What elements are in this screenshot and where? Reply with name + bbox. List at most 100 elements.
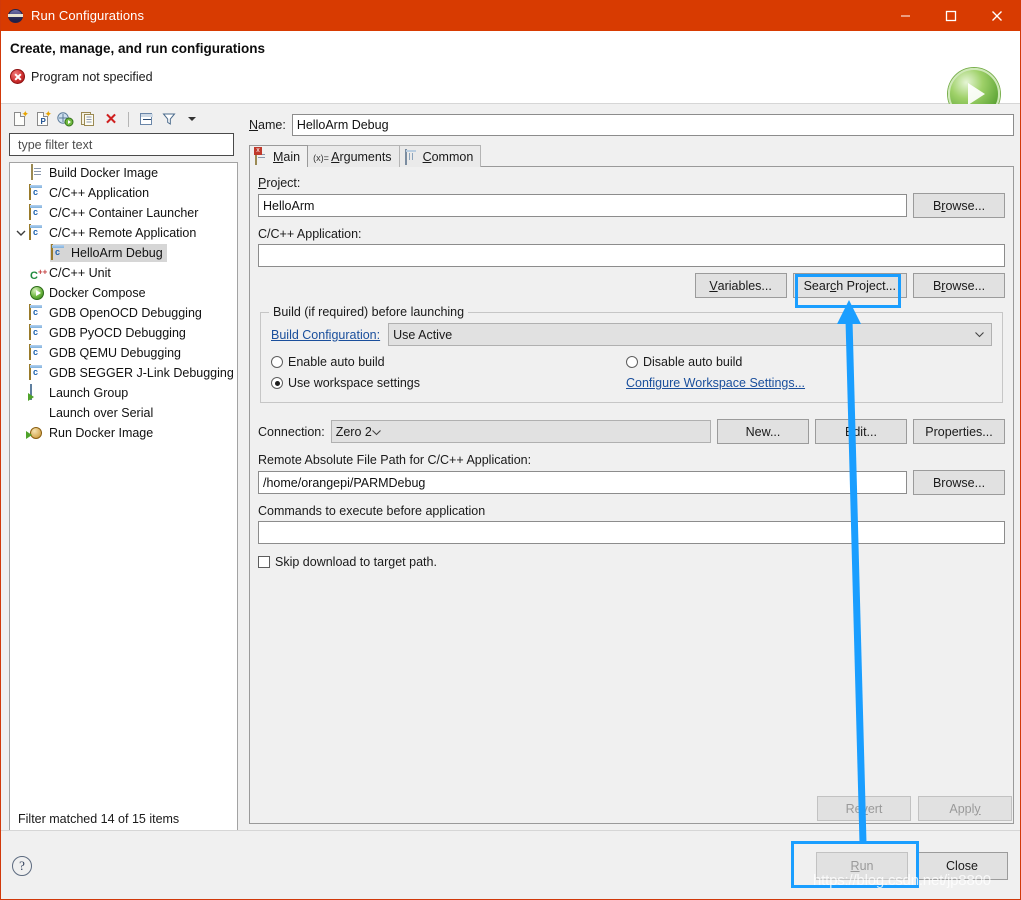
tree-item-label: C/C++ Unit bbox=[49, 266, 111, 280]
tree-toolbar: ✦ P ✦ ✕ bbox=[5, 106, 238, 132]
application-input[interactable] bbox=[258, 244, 1005, 267]
variables-button[interactable]: Variables... bbox=[694, 273, 787, 298]
tree-item-content: c C/C++ Application bbox=[28, 184, 153, 202]
tree-item-label: GDB PyOCD Debugging bbox=[49, 326, 186, 340]
configuration-name-input[interactable] bbox=[291, 114, 1014, 136]
tree-item-build-docker-image[interactable]: Build Docker Image bbox=[10, 163, 237, 183]
radio-use-workspace-settings[interactable]: Use workspace settings bbox=[271, 376, 626, 390]
new-configuration-icon[interactable]: ✦ bbox=[9, 109, 29, 129]
commands-input[interactable] bbox=[258, 521, 1005, 544]
cpp-launch-icon: c bbox=[29, 324, 45, 341]
none bbox=[29, 405, 45, 421]
application-buttons: Variables... Sear c h Project... Br owse... bbox=[258, 273, 1005, 298]
project-label: Project: bbox=[258, 176, 301, 190]
project-input[interactable] bbox=[258, 194, 907, 217]
view-menu-icon[interactable] bbox=[182, 109, 202, 129]
tree-item-content: c C/C++ Remote Application bbox=[28, 224, 200, 242]
tree-item-c-c-remote-application[interactable]: c C/C++ Remote Application bbox=[10, 223, 237, 243]
remote-path-label: Remote Absolute File Path for C/C++ Appl… bbox=[258, 453, 532, 467]
close-icon[interactable] bbox=[974, 0, 1020, 31]
connection-new-button[interactable]: New... bbox=[717, 419, 809, 444]
help-icon[interactable]: ? bbox=[12, 856, 32, 876]
tab-arguments[interactable]: (x)= Arguments bbox=[307, 145, 400, 167]
build-configuration-combo[interactable]: Use Active bbox=[388, 323, 992, 346]
filter-input-wrapper[interactable] bbox=[9, 133, 234, 156]
tab-strip: Main (x)= Arguments Common bbox=[249, 144, 1014, 167]
checkbox-indicator bbox=[258, 556, 270, 568]
apply-button[interactable]: Appl y bbox=[918, 796, 1012, 821]
connection-combo[interactable]: Zero 2 bbox=[330, 420, 711, 443]
tree-item-gdb-segger-j-link-debugging[interactable]: c GDB SEGGER J-Link Debugging bbox=[10, 363, 237, 383]
collapse-all-icon[interactable] bbox=[136, 109, 156, 129]
build-configuration-link[interactable]: Build Configuration: bbox=[271, 328, 380, 342]
configure-workspace-settings-link[interactable]: Configure Workspace Settings... bbox=[626, 376, 992, 390]
skip-download-checkbox[interactable]: Skip download to target path. bbox=[258, 555, 1005, 569]
tab-common[interactable]: Common bbox=[398, 145, 482, 167]
chevron-down-icon[interactable] bbox=[14, 228, 28, 238]
tree-item-run-docker-image[interactable]: Run Docker Image bbox=[10, 423, 237, 443]
radio-indicator bbox=[271, 356, 283, 368]
maximize-icon[interactable] bbox=[928, 0, 974, 31]
connection-edit-button[interactable]: Edit... bbox=[815, 419, 907, 444]
application-browse-button[interactable]: Br owse... bbox=[913, 273, 1005, 298]
play-circle-icon bbox=[29, 285, 45, 301]
tree-item-gdb-qemu-debugging[interactable]: c GDB QEMU Debugging bbox=[10, 343, 237, 363]
dialog-body: ✦ P ✦ ✕ type filter text Build Docker Im… bbox=[1, 104, 1020, 832]
search-project-button[interactable]: Sear c h Project... bbox=[792, 273, 907, 298]
connection-properties-button[interactable]: Properties... bbox=[913, 419, 1005, 444]
tree-item-label: Launch Group bbox=[49, 386, 129, 400]
status-text: Program not specified bbox=[31, 69, 153, 84]
tree-item-content: c C/C++ Container Launcher bbox=[28, 204, 202, 222]
project-row: Browse... bbox=[258, 193, 1005, 218]
duplicate-icon[interactable] bbox=[78, 109, 98, 129]
connection-value: Zero 2 bbox=[335, 424, 372, 439]
toolbar-divider bbox=[128, 111, 129, 127]
configuration-editor: Name: Main (x)= Arguments Common bbox=[245, 106, 1018, 832]
search-input[interactable] bbox=[16, 136, 233, 153]
tree-item-helloarm-debug[interactable]: c HelloArm Debug bbox=[10, 243, 237, 263]
tree-item-c-c-application[interactable]: c C/C++ Application bbox=[10, 183, 237, 203]
tree-item-label: HelloArm Debug bbox=[71, 246, 163, 260]
radio-enable-auto-build[interactable]: Enable auto build bbox=[271, 355, 626, 369]
radio-disable-auto-build-label: Disable auto build bbox=[643, 355, 743, 369]
dialog-footer: ? Run Close bbox=[1, 830, 1020, 899]
launch-group-icon bbox=[29, 384, 45, 401]
remote-path-browse-button[interactable]: Browse... bbox=[913, 470, 1005, 495]
name-label: Name: bbox=[249, 118, 286, 132]
project-browse-button[interactable]: Br owse... bbox=[913, 193, 1005, 218]
tree-item-label: GDB OpenOCD Debugging bbox=[49, 306, 202, 320]
tree-item-content: c GDB OpenOCD Debugging bbox=[28, 304, 206, 322]
tab-arguments-label: Arguments bbox=[331, 149, 392, 164]
tree-item-c-c-unit[interactable]: C++ C/C++ Unit bbox=[10, 263, 237, 283]
status-message: Program not specified bbox=[10, 69, 153, 84]
export-icon[interactable] bbox=[55, 109, 75, 129]
radio-disable-auto-build[interactable]: Disable auto build bbox=[626, 355, 992, 369]
tree-item-label: Launch over Serial bbox=[49, 406, 154, 420]
radio-indicator bbox=[626, 356, 638, 368]
window-title: Run Configurations bbox=[31, 8, 145, 23]
filter-icon[interactable] bbox=[159, 109, 179, 129]
delete-icon[interactable]: ✕ bbox=[101, 109, 121, 129]
radio-enable-auto-build-label: Enable auto build bbox=[288, 355, 385, 369]
tab-main[interactable]: Main bbox=[249, 145, 309, 167]
run-docker-icon bbox=[29, 425, 45, 441]
new-prototype-icon[interactable]: P ✦ bbox=[32, 109, 52, 129]
tree-item-c-c-container-launcher[interactable]: c C/C++ Container Launcher bbox=[10, 203, 237, 223]
configurations-tree[interactable]: Build Docker Image c C/C++ Application c C/C… bbox=[9, 162, 238, 817]
tree-item-content: c GDB PyOCD Debugging bbox=[28, 324, 190, 342]
revert-button[interactable]: Re v ert bbox=[817, 796, 911, 821]
minimize-icon[interactable] bbox=[882, 0, 928, 31]
tree-item-gdb-openocd-debugging[interactable]: c GDB OpenOCD Debugging bbox=[10, 303, 237, 323]
tree-item-launch-group[interactable]: Launch Group bbox=[10, 383, 237, 403]
tree-item-docker-compose[interactable]: Docker Compose bbox=[10, 283, 237, 303]
connection-label: Connection: bbox=[258, 424, 325, 439]
chevron-down-icon bbox=[371, 425, 381, 439]
commands-label: Commands to execute before application bbox=[258, 504, 486, 518]
tree-item-label: GDB SEGGER J-Link Debugging bbox=[49, 366, 234, 380]
build-group: Build (if required) before launching Bui… bbox=[260, 305, 1003, 403]
remote-path-input[interactable] bbox=[258, 471, 907, 494]
tree-item-gdb-pyocd-debugging[interactable]: c GDB PyOCD Debugging bbox=[10, 323, 237, 343]
window-controls bbox=[882, 0, 1020, 31]
configurations-panel: ✦ P ✦ ✕ type filter text Build Docker Im… bbox=[5, 106, 238, 832]
tree-item-launch-over-serial[interactable]: Launch over Serial bbox=[10, 403, 237, 423]
